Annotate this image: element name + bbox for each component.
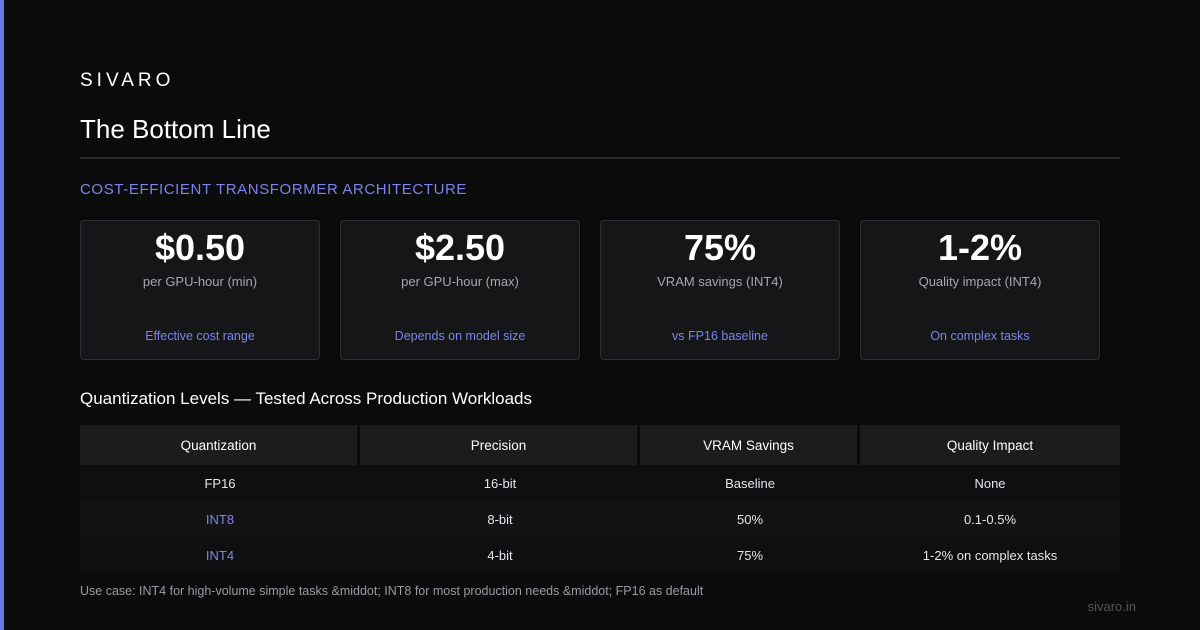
metric-label: per GPU-hour (min)	[142, 274, 258, 289]
metric-note: Depends on model size	[394, 329, 526, 343]
column-header-quality-impact: Quality Impact	[860, 425, 1120, 465]
column-header-precision: Precision	[360, 425, 640, 465]
metric-value: $2.50	[414, 227, 506, 268]
metric-label: per GPU-hour (max)	[401, 274, 519, 289]
cell-vram-savings: Baseline	[640, 465, 860, 501]
table-row: FP16 16-bit Baseline None	[80, 465, 1120, 501]
cell-precision: 4-bit	[360, 537, 640, 573]
cell-quantization: INT4	[80, 537, 360, 573]
page-title: The Bottom Line	[80, 114, 271, 144]
metric-note: vs FP16 baseline	[672, 329, 768, 343]
metric-cards: $0.50 per GPU-hour (min) Effective cost …	[80, 220, 1100, 360]
cell-quantization: FP16	[80, 465, 360, 501]
use-case-footnote: Use case: INT4 for high-volume simple ta…	[80, 584, 704, 598]
metric-card-vram-savings: 75% VRAM savings (INT4) vs FP16 baseline	[600, 220, 840, 360]
metric-note: Effective cost range	[145, 329, 255, 343]
cell-quantization: INT8	[80, 501, 360, 537]
table-heading: Quantization Levels — Tested Across Prod…	[80, 389, 532, 408]
column-header-quantization: Quantization	[80, 425, 360, 465]
metric-card-quality-impact: 1-2% Quality impact (INT4) On complex ta…	[860, 220, 1100, 360]
metric-card-max-cost: $2.50 per GPU-hour (max) Depends on mode…	[340, 220, 580, 360]
cell-precision: 8-bit	[360, 501, 640, 537]
cell-quality-impact: 0.1-0.5%	[860, 501, 1120, 537]
metric-note: On complex tasks	[930, 329, 1030, 343]
column-header-vram-savings: VRAM Savings	[640, 425, 860, 465]
table-row: INT4 4-bit 75% 1-2% on complex tasks	[80, 537, 1120, 573]
metric-label: VRAM savings (INT4)	[657, 274, 783, 289]
metric-value: $0.50	[154, 227, 246, 268]
brand-logo: SIVARO	[80, 70, 175, 91]
site-url: sivaro.in	[1087, 599, 1136, 614]
metric-value: 75%	[683, 227, 757, 268]
cell-precision: 16-bit	[360, 465, 640, 501]
cell-quality-impact: None	[860, 465, 1120, 501]
cell-vram-savings: 75%	[640, 537, 860, 573]
cell-quality-impact: 1-2% on complex tasks	[860, 537, 1120, 573]
page: SIVARO The Bottom Line COST-EFFICIENT TR…	[0, 0, 1200, 630]
section-label: COST-EFFICIENT TRANSFORMER ARCHITECTURE	[80, 181, 468, 198]
cell-vram-savings: 50%	[640, 501, 860, 537]
metric-label: Quality impact (INT4)	[918, 274, 1042, 289]
table-header-row: Quantization Precision VRAM Savings Qual…	[80, 425, 1120, 465]
accent-bar	[0, 0, 4, 630]
title-divider	[80, 157, 1120, 159]
metric-card-min-cost: $0.50 per GPU-hour (min) Effective cost …	[80, 220, 320, 360]
table-row: INT8 8-bit 50% 0.1-0.5%	[80, 501, 1120, 537]
quantization-table: Quantization Precision VRAM Savings Qual…	[80, 425, 1120, 573]
metric-value: 1-2%	[937, 227, 1023, 268]
